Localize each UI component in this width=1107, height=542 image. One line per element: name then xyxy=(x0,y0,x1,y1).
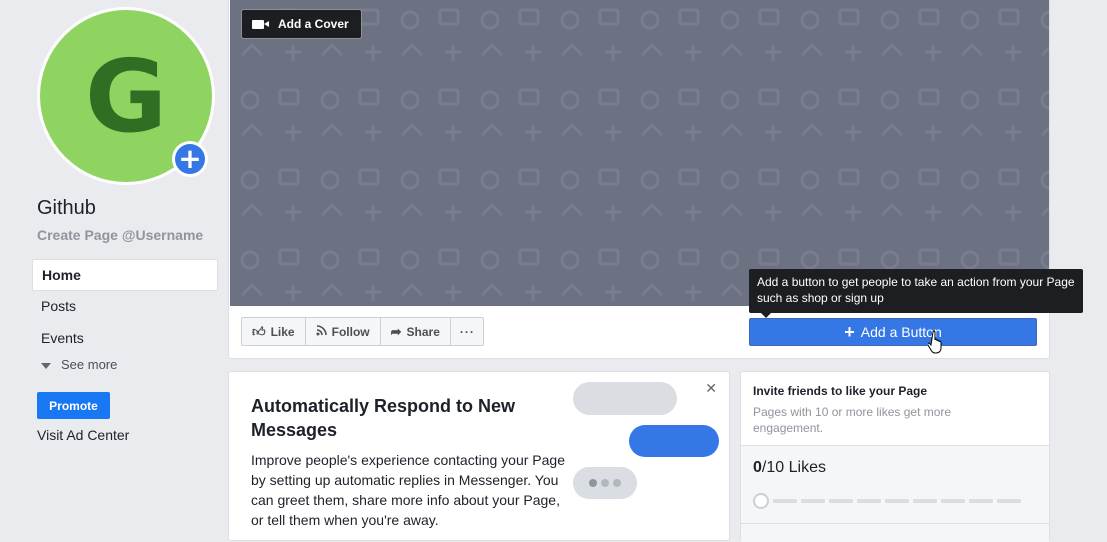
progress-segment xyxy=(997,499,1021,503)
progress-segment xyxy=(857,499,881,503)
add-profile-picture-button[interactable]: + xyxy=(172,141,208,177)
progress-segment xyxy=(941,499,965,503)
likes-current: 0 xyxy=(753,459,762,476)
progress-knob xyxy=(753,493,769,509)
like-label: Like xyxy=(270,324,295,339)
typing-indicator-icon xyxy=(573,467,637,499)
invite-subtitle: Pages with 10 or more likes get more eng… xyxy=(753,405,952,435)
sidebar-nav: Home Posts Events xyxy=(32,259,218,355)
like-button[interactable]: 👍︎ Like xyxy=(242,318,306,345)
share-arrow-icon: ➦ xyxy=(390,323,402,339)
progress-segment xyxy=(829,499,853,503)
likes-goal: /10 xyxy=(761,459,785,476)
see-more-link[interactable]: See more xyxy=(40,357,117,372)
progress-segment xyxy=(913,499,937,503)
add-a-button[interactable]: + Add a Button xyxy=(749,318,1037,346)
auto-respond-card: Automatically Respond to New Messages Im… xyxy=(228,371,730,541)
likes-progress-bar xyxy=(753,491,1037,511)
auto-respond-body: Improve people's experience contacting y… xyxy=(251,452,565,528)
visit-ad-center-link[interactable]: Visit Ad Center xyxy=(37,427,129,443)
plus-icon: + xyxy=(844,322,855,342)
tooltip-text: Add a button to get people to take an ac… xyxy=(757,275,1075,305)
hand-cursor-icon xyxy=(928,330,942,354)
thumbs-up-icon: 👍︎ xyxy=(252,323,266,339)
cover-photo xyxy=(230,0,1049,306)
promote-button[interactable]: Promote xyxy=(37,392,110,419)
sidebar-item-home[interactable]: Home xyxy=(32,259,218,291)
rss-icon xyxy=(316,324,327,339)
plus-circle-icon: + xyxy=(175,144,205,174)
likes-label: Likes xyxy=(788,459,826,476)
divider xyxy=(741,523,1049,524)
close-icon[interactable]: ✕ xyxy=(705,380,717,397)
add-cover-label: Add a Cover xyxy=(278,17,349,31)
progress-segment xyxy=(885,499,909,503)
create-username-link[interactable]: Create Page @Username xyxy=(37,227,203,243)
page-actions: 👍︎ Like Follow ➦ Share ··· xyxy=(241,317,484,346)
more-button[interactable]: ··· xyxy=(451,318,483,345)
add-cover-button[interactable]: Add a Cover xyxy=(241,9,362,39)
likes-counter: 0/10 Likes xyxy=(753,459,826,477)
progress-segment xyxy=(969,499,993,503)
progress-segment xyxy=(773,499,797,503)
video-camera-icon xyxy=(252,19,269,29)
share-label: Share xyxy=(406,324,440,339)
follow-label: Follow xyxy=(331,324,370,339)
chevron-down-icon xyxy=(41,363,51,369)
chat-bubble-outgoing xyxy=(629,425,719,457)
progress-segment xyxy=(801,499,825,503)
add-button-tooltip: Add a button to get people to take an ac… xyxy=(749,269,1083,318)
auto-respond-title: Automatically Respond to New Messages xyxy=(251,396,516,440)
follow-button[interactable]: Follow xyxy=(306,318,381,345)
cover-pattern xyxy=(230,0,1049,306)
chat-bubble-incoming xyxy=(573,382,677,415)
share-button[interactable]: ➦ Share xyxy=(381,318,451,345)
sidebar-item-posts[interactable]: Posts xyxy=(32,291,218,323)
ellipsis-icon: ··· xyxy=(459,324,475,339)
page-title: Github xyxy=(37,197,96,219)
invite-title: Invite friends to like your Page xyxy=(753,384,928,398)
invite-friends-card: Invite friends to like your Page Pages w… xyxy=(740,371,1050,542)
see-more-label: See more xyxy=(61,357,118,372)
sidebar-item-events[interactable]: Events xyxy=(32,323,218,355)
